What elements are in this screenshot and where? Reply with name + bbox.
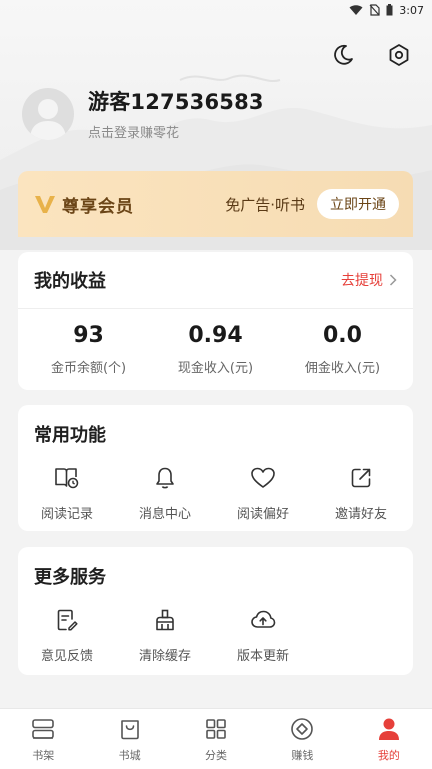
coin-icon bbox=[291, 718, 314, 740]
stat-commission[interactable]: 0.0 佣金收入(元) bbox=[280, 323, 405, 376]
common-functions-card: 常用功能 阅读记录 消息中心 阅读偏好 邀请好友 bbox=[18, 405, 413, 531]
tab-label: 赚钱 bbox=[291, 749, 314, 762]
common-functions-title: 常用功能 bbox=[34, 425, 106, 446]
header-actions bbox=[330, 42, 412, 68]
grid-label: 意见反馈 bbox=[40, 649, 93, 664]
withdraw-link[interactable]: 去提现 bbox=[341, 270, 397, 290]
feedback-icon bbox=[57, 609, 78, 631]
no-sim-icon bbox=[369, 4, 380, 16]
settings-hexagon-icon bbox=[389, 44, 409, 66]
category-icon bbox=[206, 719, 226, 739]
share-icon bbox=[351, 468, 371, 488]
tab-category[interactable]: 分类 bbox=[173, 709, 259, 769]
stat-cash[interactable]: 0.94 现金收入(元) bbox=[153, 323, 278, 376]
vip-banner[interactable]: 尊享会员 免广告·听书 立即开通 bbox=[18, 171, 413, 237]
stat-label: 现金收入(元) bbox=[177, 361, 254, 376]
bottom-tab-bar: 书架 书城 分类 赚钱 我的 bbox=[0, 708, 432, 769]
night-mode-button[interactable] bbox=[330, 42, 356, 68]
tab-earn[interactable]: 赚钱 bbox=[259, 709, 345, 769]
vip-title: 尊享会员 bbox=[62, 196, 134, 217]
clear-cache-button[interactable]: 清除缓存 bbox=[116, 607, 214, 664]
stat-value: 0.94 bbox=[188, 323, 243, 348]
chevron-right-icon bbox=[389, 274, 397, 286]
stat-label: 金币余额(个) bbox=[50, 361, 127, 376]
moon-icon bbox=[334, 44, 353, 65]
bell-icon bbox=[156, 467, 174, 489]
bookshelf-icon bbox=[32, 719, 55, 739]
grid-label: 版本更新 bbox=[236, 649, 289, 664]
stat-value: 93 bbox=[73, 323, 104, 348]
earnings-card: 我的收益 去提现 93 金币余额(个) 0.94 现金收入(元) 0.0 佣金收… bbox=[18, 252, 413, 390]
vip-promo: 免广告·听书 bbox=[225, 195, 305, 214]
tab-mine[interactable]: 我的 bbox=[346, 709, 432, 769]
withdraw-label: 去提现 bbox=[341, 273, 383, 289]
more-services-card: 更多服务 意见反馈 清除缓存 版本更新 bbox=[18, 547, 413, 675]
vip-activate-button[interactable]: 立即开通 bbox=[317, 189, 399, 219]
earnings-title: 我的收益 bbox=[34, 271, 106, 292]
vip-v-icon bbox=[35, 196, 55, 213]
avatar[interactable] bbox=[22, 87, 74, 140]
stat-value: 0.0 bbox=[322, 323, 362, 348]
grid-label: 邀请好友 bbox=[334, 507, 387, 522]
tab-bookstore[interactable]: 书城 bbox=[86, 709, 172, 769]
status-bar: 3:07 bbox=[0, 0, 432, 20]
grid-label: 消息中心 bbox=[138, 507, 191, 522]
tab-bookshelf[interactable]: 书架 bbox=[0, 709, 86, 769]
cloud-upload-icon bbox=[251, 610, 276, 628]
bookstore-icon bbox=[120, 720, 139, 740]
tab-label: 我的 bbox=[377, 749, 400, 762]
login-prompt[interactable]: 点击登录赚零花 bbox=[88, 122, 264, 141]
user-profile[interactable]: 游客127536583 点击登录赚零花 bbox=[22, 86, 264, 141]
reading-preference-button[interactable]: 阅读偏好 bbox=[214, 465, 312, 522]
battery-icon bbox=[386, 4, 393, 16]
default-avatar-icon bbox=[30, 98, 66, 140]
tab-label: 书城 bbox=[118, 749, 141, 762]
heart-icon bbox=[251, 467, 275, 488]
tab-label: 书架 bbox=[32, 749, 55, 762]
status-time: 3:07 bbox=[399, 3, 424, 17]
stat-coins[interactable]: 93 金币余额(个) bbox=[26, 323, 151, 376]
invite-friends-button[interactable]: 邀请好友 bbox=[312, 465, 410, 522]
wifi-icon bbox=[349, 5, 363, 15]
reading-history-button[interactable]: 阅读记录 bbox=[18, 465, 116, 522]
message-center-button[interactable]: 消息中心 bbox=[116, 465, 214, 522]
more-services-title: 更多服务 bbox=[34, 567, 106, 588]
stat-label: 佣金收入(元) bbox=[304, 361, 381, 376]
feedback-button[interactable]: 意见反馈 bbox=[18, 607, 116, 664]
settings-button[interactable] bbox=[386, 42, 412, 68]
user-icon bbox=[378, 718, 399, 740]
broom-icon bbox=[156, 609, 174, 631]
grid-label: 清除缓存 bbox=[138, 649, 191, 664]
grid-label: 阅读偏好 bbox=[236, 507, 289, 522]
book-history-icon bbox=[55, 468, 79, 489]
username: 游客127536583 bbox=[88, 90, 264, 114]
grid-label: 阅读记录 bbox=[40, 507, 93, 522]
version-update-button[interactable]: 版本更新 bbox=[214, 607, 312, 664]
tab-label: 分类 bbox=[205, 749, 228, 762]
